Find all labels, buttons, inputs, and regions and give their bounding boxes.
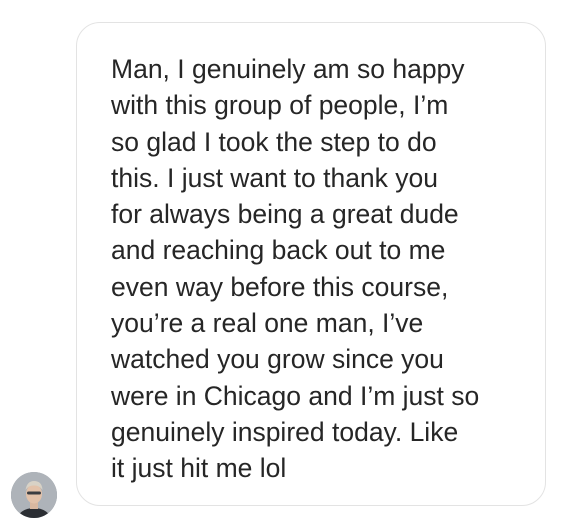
message-line: it just hit me lol bbox=[111, 453, 287, 484]
message-line: Man, I genuinely am so happy bbox=[111, 54, 465, 84]
sender-avatar[interactable] bbox=[11, 472, 57, 518]
message-line: with this group of people, I’m bbox=[111, 90, 449, 121]
message-line: were in Chicago and I’m just so bbox=[111, 380, 480, 411]
message-thread: Man, I genuinely am so happy with this g… bbox=[0, 0, 582, 519]
message-line: so glad I took the step to do bbox=[111, 126, 437, 157]
message-line: watched you grow since you bbox=[111, 344, 444, 375]
message-line: genuinely inspired today. Like bbox=[111, 416, 459, 447]
message-line: this. I just want to thank you bbox=[111, 162, 439, 193]
message-text: Man, I genuinely am so happy with this g… bbox=[111, 51, 531, 487]
message-bubble[interactable]: Man, I genuinely am so happy with this g… bbox=[76, 22, 546, 506]
message-line: you’re a real one man, I’ve bbox=[111, 308, 424, 339]
message-line: for always being a great dude bbox=[111, 199, 459, 230]
profile-photo-icon bbox=[11, 472, 57, 518]
message-line: even way before this course, bbox=[111, 271, 449, 302]
message-line: and reaching back out to me bbox=[111, 235, 446, 266]
